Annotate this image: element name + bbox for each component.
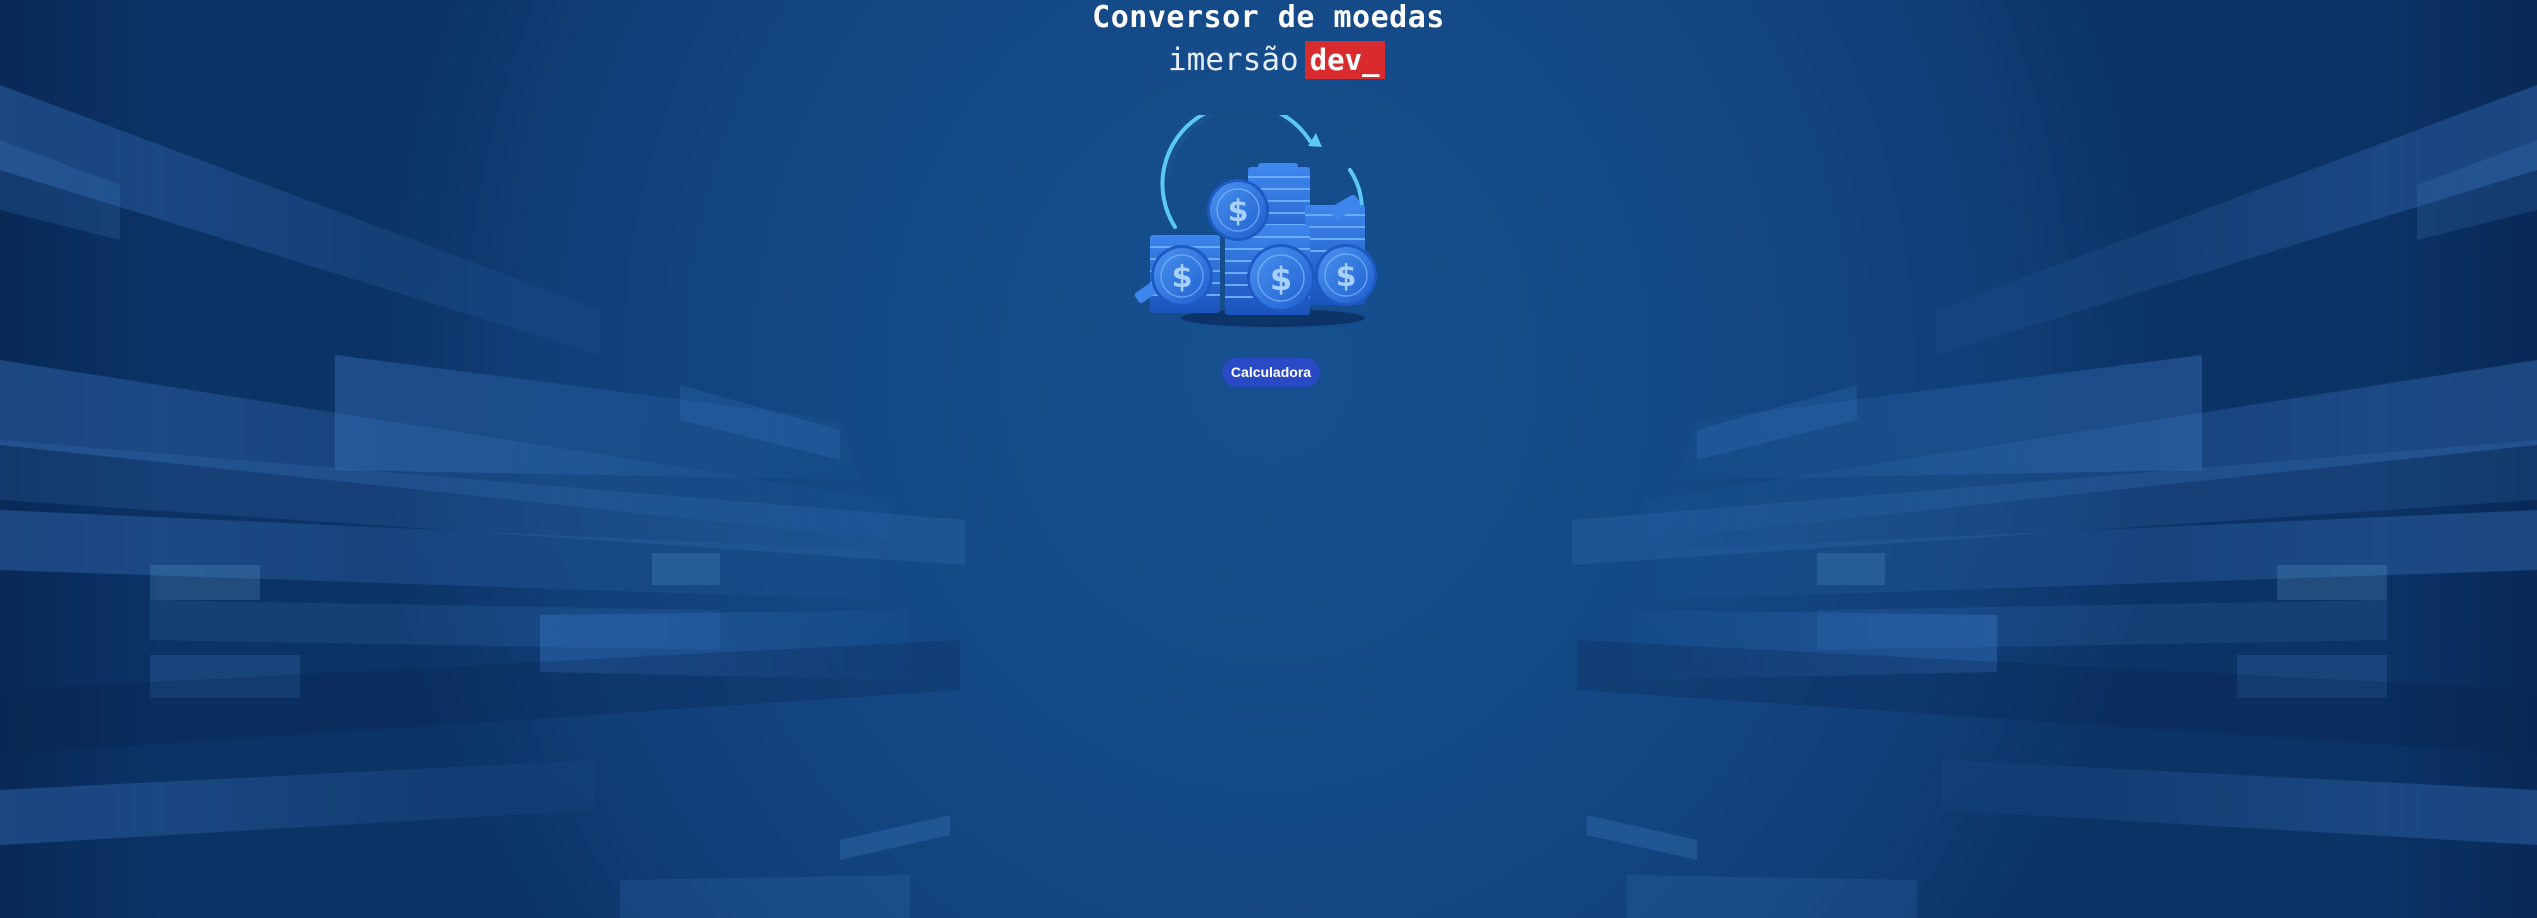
coins-exchange-icon: $ $ $ $ (1134, 115, 1377, 327)
page-title: Conversor de moedas (1092, 0, 1445, 35)
calculator-button[interactable]: Calculadora (1222, 358, 1320, 387)
page: Conversor de moedas imersão dev_ $ $ $ $… (0, 0, 2537, 918)
brand-word: imersão (1168, 42, 1299, 78)
svg-text:$: $ (1336, 259, 1357, 294)
brand-logo: imersão dev_ (1168, 40, 1385, 80)
svg-text:$: $ (1228, 194, 1249, 229)
brand-tag: dev_ (1304, 41, 1385, 79)
svg-text:$: $ (1172, 260, 1193, 295)
svg-text:$: $ (1270, 260, 1292, 298)
